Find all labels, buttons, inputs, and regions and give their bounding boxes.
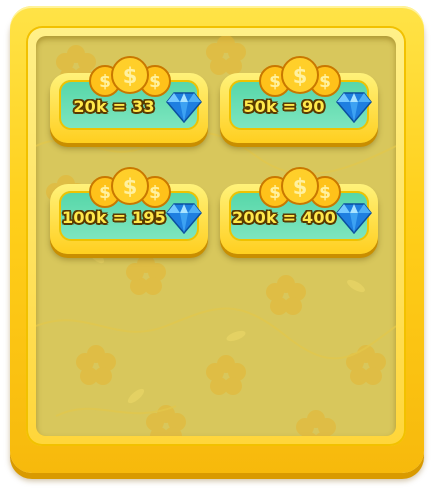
coin-stack-icon: $ $ $ xyxy=(259,56,341,97)
svg-text:$: $ xyxy=(123,64,138,88)
svg-text:$: $ xyxy=(99,72,111,92)
diamond-icon xyxy=(336,203,372,234)
svg-text:$: $ xyxy=(319,183,331,203)
offer-card-4[interactable]: $ $ $ 200k = 400 xyxy=(220,166,378,254)
svg-text:$: $ xyxy=(319,72,331,92)
svg-text:$: $ xyxy=(123,175,138,199)
offer-card-3[interactable]: $ $ $ 100k = 195 xyxy=(50,166,208,254)
svg-text:$: $ xyxy=(269,72,281,92)
offer-card-1[interactable]: $ $ $ 20k = 33 xyxy=(50,55,208,143)
offer-price-label: 50k = 90 xyxy=(243,97,325,116)
coin-stack-icon: $ $ $ xyxy=(89,167,171,208)
svg-text:$: $ xyxy=(149,72,161,92)
diamond-icon xyxy=(336,92,372,123)
svg-text:$: $ xyxy=(149,183,161,203)
svg-text:$: $ xyxy=(293,175,308,199)
svg-text:$: $ xyxy=(99,183,111,203)
coin-stack-icon: $ $ $ xyxy=(89,56,171,97)
diamond-icon xyxy=(166,92,202,123)
diamond-icon xyxy=(166,203,202,234)
offer-price-label: 20k = 33 xyxy=(73,97,155,116)
coin-stack-icon: $ $ $ xyxy=(259,167,341,208)
svg-text:$: $ xyxy=(269,183,281,203)
offer-price-label: 200k = 400 xyxy=(232,208,336,227)
offer-card-2[interactable]: $ $ $ 50k = 90 xyxy=(220,55,378,143)
offer-price-label: 100k = 195 xyxy=(62,208,166,227)
svg-text:$: $ xyxy=(293,64,308,88)
